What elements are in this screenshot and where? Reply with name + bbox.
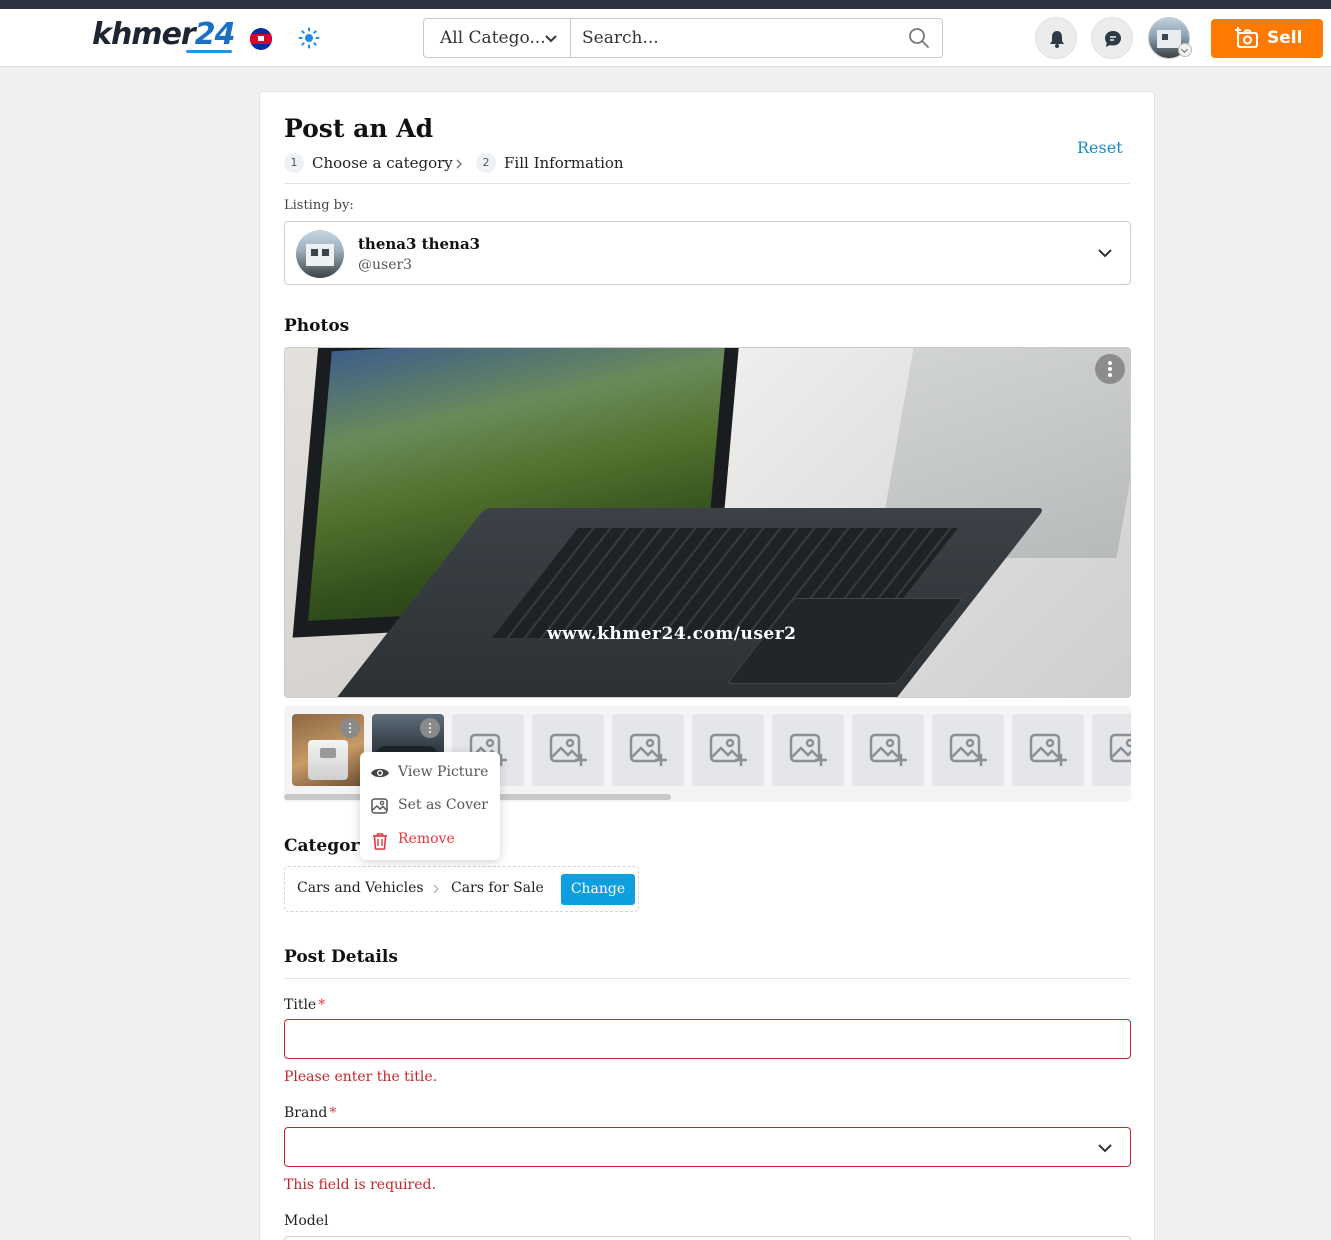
category-level-1: Cars and Vehicles <box>297 880 424 896</box>
listing-user-name: thena3 thena3 <box>358 235 481 253</box>
step-1-label[interactable]: Choose a category <box>312 154 453 172</box>
search-icon[interactable] <box>908 27 930 49</box>
remove-label: Remove <box>398 831 455 847</box>
title-error: Please enter the title. <box>284 1069 438 1085</box>
page-title: Post an Ad <box>284 114 434 143</box>
listing-user-avatar <box>296 230 344 278</box>
add-photo-slot[interactable] <box>852 714 924 786</box>
messages-button[interactable] <box>1091 17 1133 59</box>
image-plus-icon <box>1109 733 1131 763</box>
add-photo-slot[interactable] <box>772 714 844 786</box>
view-picture-label: View Picture <box>398 764 489 780</box>
category-heading: Category <box>284 836 370 856</box>
brand-error: This field is required. <box>284 1177 436 1193</box>
theme-toggle-icon[interactable] <box>298 27 320 49</box>
image-plus-icon <box>869 733 907 766</box>
avatar-menu-chevron-icon[interactable] <box>1178 43 1192 57</box>
image-plus-icon <box>709 733 747 766</box>
step-1-number: 1 <box>284 153 304 173</box>
cover-photo[interactable]: www.khmer24.com/user2 <box>284 347 1131 698</box>
thumbnail-menu-button[interactable] <box>420 718 440 738</box>
title-input[interactable] <box>295 1026 1095 1052</box>
eye-icon <box>371 768 389 778</box>
listing-user-handle: @user3 <box>358 257 413 273</box>
search-bar: All Catego... <box>423 18 943 58</box>
add-photo-slot[interactable] <box>692 714 764 786</box>
listing-by-label: Listing by: <box>284 198 354 213</box>
view-picture-menu-item[interactable]: View Picture <box>360 758 500 788</box>
post-details-heading: Post Details <box>284 947 398 967</box>
trash-icon <box>373 833 387 850</box>
step-2-number: 2 <box>476 153 496 173</box>
chevron-down-icon <box>1098 249 1112 258</box>
step-2-label: Fill Information <box>504 154 624 172</box>
set-as-cover-label: Set as Cover <box>398 797 488 813</box>
title-field-label: Title * <box>284 997 326 1013</box>
category-dropdown-label: All Catego... <box>440 28 546 48</box>
image-plus-icon <box>549 733 587 766</box>
brand-select[interactable] <box>284 1127 1131 1167</box>
logo[interactable]: khmer24 <box>92 17 236 52</box>
chevron-right-icon <box>433 884 440 894</box>
required-mark: * <box>329 1105 337 1121</box>
photos-heading: Photos <box>284 316 350 336</box>
post-ad-card: Post an Ad 1 Choose a category 2 Fill In… <box>259 91 1155 1240</box>
photo-context-menu: View Picture Set as Cover Remove <box>360 752 500 860</box>
logo-number: 24 <box>194 17 236 52</box>
top-strip <box>0 0 1331 9</box>
add-photo-slot[interactable] <box>612 714 684 786</box>
flag-cambodia-icon[interactable] <box>250 28 272 50</box>
sell-button-label: Sell <box>1267 28 1303 48</box>
chat-icon <box>1105 31 1121 47</box>
add-photo-slot[interactable] <box>1092 714 1131 786</box>
camera-plus-icon <box>1235 27 1258 48</box>
set-as-cover-menu-item[interactable]: Set as Cover <box>360 791 500 821</box>
logo-text: khmer <box>92 17 196 52</box>
category-dropdown[interactable]: All Catego... <box>424 19 571 57</box>
photo-menu-button[interactable] <box>1095 354 1125 384</box>
model-input[interactable] <box>284 1236 1131 1240</box>
image-plus-icon <box>1029 733 1067 766</box>
image-plus-icon <box>629 733 667 766</box>
photo-watermark: www.khmer24.com/user2 <box>547 624 797 644</box>
photo-thumbnail[interactable] <box>292 714 364 786</box>
notifications-button[interactable] <box>1035 17 1077 59</box>
model-field-label: Model <box>284 1213 329 1229</box>
image-icon <box>371 798 388 814</box>
brand-field-label: Brand * <box>284 1105 337 1121</box>
add-photo-slot[interactable] <box>932 714 1004 786</box>
listing-by-select[interactable]: thena3 thena3 @user3 <box>284 221 1131 285</box>
chevron-down-icon <box>545 35 557 43</box>
header: khmer24 All Catego... Sell <box>0 9 1331 67</box>
divider <box>284 978 1130 979</box>
title-input-wrapper <box>284 1019 1131 1059</box>
thumbnail-menu-button[interactable] <box>340 718 360 738</box>
more-vertical-icon <box>1108 361 1112 377</box>
image-plus-icon <box>789 733 827 766</box>
divider <box>284 183 1130 184</box>
reset-link[interactable]: Reset <box>1077 138 1123 157</box>
logo-underline <box>186 50 232 53</box>
change-category-button[interactable]: Change <box>561 874 635 905</box>
required-mark: * <box>318 997 326 1013</box>
chevron-right-icon <box>456 159 463 169</box>
selected-category: Cars and Vehicles Cars for Sale Change <box>284 866 639 912</box>
brand-input[interactable] <box>295 1134 1095 1160</box>
sell-button[interactable]: Sell <box>1211 19 1323 58</box>
image-plus-icon <box>949 733 987 766</box>
category-level-2: Cars for Sale <box>451 880 544 896</box>
add-photo-slot[interactable] <box>1012 714 1084 786</box>
bell-icon <box>1050 31 1064 48</box>
add-photo-slot[interactable] <box>532 714 604 786</box>
remove-menu-item[interactable]: Remove <box>360 825 500 855</box>
chevron-down-icon <box>1098 1144 1112 1153</box>
search-input[interactable] <box>582 23 892 53</box>
